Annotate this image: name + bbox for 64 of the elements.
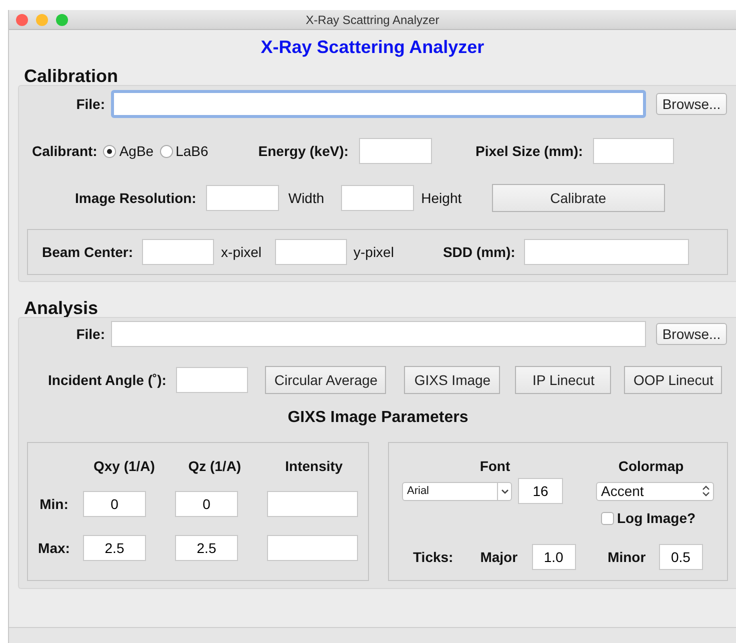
label: Min: (38, 494, 70, 514)
input-field[interactable]: 0.5 (658, 544, 703, 570)
label: Image Resolution: (75, 188, 196, 208)
label: Incident Angle (˚): (48, 370, 166, 390)
column-header: Intensity (284, 457, 344, 476)
label: File: (75, 324, 105, 344)
app-heading: X-Ray Scattering Analyzer (260, 36, 486, 58)
window-control-icon[interactable] (36, 14, 48, 26)
column-header: Font (478, 457, 512, 476)
label: Width (288, 188, 324, 208)
radio-button[interactable]: AgBe (103, 140, 154, 162)
input-field[interactable]: 2.5 (175, 535, 238, 561)
input-field[interactable] (111, 321, 646, 347)
browse-button[interactable]: Browse... (656, 323, 727, 345)
colormap-dropdown[interactable]: Accent (596, 482, 714, 500)
label: x-pixel (221, 242, 262, 262)
input-field[interactable] (341, 185, 414, 211)
section-title: Calibration (24, 66, 120, 86)
label: Calibrant: (32, 142, 98, 160)
input-field[interactable] (176, 367, 248, 393)
input-field[interactable] (206, 185, 280, 211)
label: Height (421, 188, 462, 208)
column-header: Qxy (1/A) (92, 457, 156, 476)
section-title: Analysis (24, 298, 100, 318)
input-field[interactable] (142, 239, 214, 265)
input-field[interactable] (524, 239, 690, 265)
input-field[interactable]: 0 (83, 491, 146, 517)
input-field[interactable]: 1.0 (532, 544, 576, 570)
action-button[interactable]: GIXS Image (404, 366, 500, 394)
label: Ticks: (413, 548, 454, 566)
browse-button[interactable]: Browse... (656, 93, 727, 115)
input-field[interactable] (592, 138, 674, 164)
chevron-down-icon (497, 482, 511, 500)
column-header: Qz (1/A) (187, 457, 242, 476)
font-dropdown[interactable]: Arial (402, 482, 512, 500)
action-button[interactable]: IP Linecut (515, 366, 612, 394)
label: Beam Center: (42, 242, 134, 262)
radio-button[interactable]: LaB6 (160, 140, 208, 162)
window-control-icon[interactable] (56, 14, 68, 26)
input-field[interactable]: 16 (518, 478, 563, 504)
checkbox[interactable]: Log Image? (601, 508, 696, 529)
window-title: X-Ray Scattring Analyzer (306, 12, 440, 28)
label: y-pixel (354, 242, 394, 262)
input-field[interactable]: 2.5 (83, 535, 146, 561)
label: SDD (mm): (442, 242, 516, 262)
input-field[interactable] (267, 535, 358, 561)
action-button[interactable]: Circular Average (265, 366, 386, 394)
subsection-title: GIXS Image Parameters (286, 408, 470, 428)
label: Minor (608, 548, 646, 566)
input-field[interactable] (358, 138, 432, 164)
updown-arrows-icon (702, 485, 710, 497)
label: Pixel Size (mm): (476, 142, 583, 161)
label: File: (75, 94, 105, 114)
action-button[interactable]: OOP Linecut (624, 366, 722, 394)
input-field[interactable] (274, 239, 346, 265)
input-field[interactable]: 0 (175, 491, 238, 517)
label: Max: (37, 538, 71, 558)
input-field[interactable] (267, 491, 358, 517)
calibrate-button[interactable]: Calibrate (492, 184, 665, 212)
label: Energy (keV): (258, 142, 349, 161)
column-header: Colormap (617, 457, 685, 476)
input-field[interactable] (111, 90, 646, 118)
label: Major (480, 548, 518, 567)
window-control-icon[interactable] (16, 14, 28, 26)
